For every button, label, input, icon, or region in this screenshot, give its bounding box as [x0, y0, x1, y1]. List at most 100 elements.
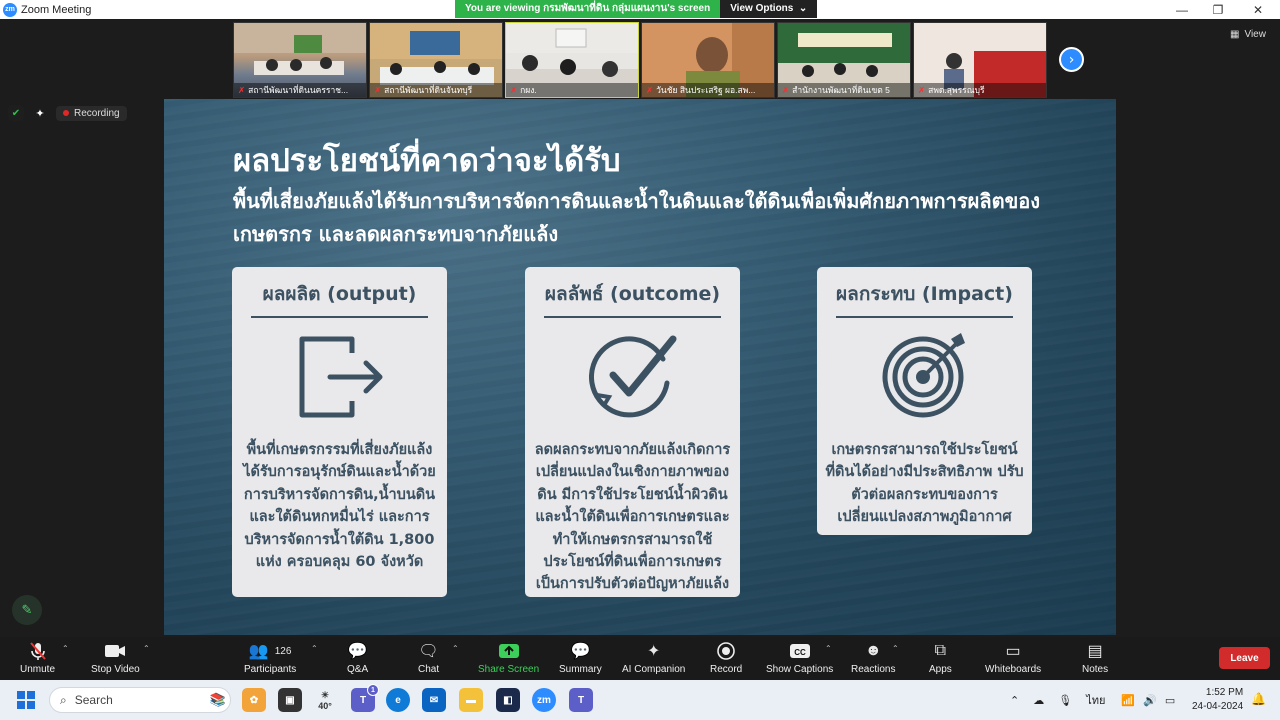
notification-bell-icon[interactable]: 🔔	[1251, 692, 1266, 706]
participant-name: วันชัย สินประเสริฐ ผอ.สพ...	[656, 85, 756, 95]
participant-name: สพด.สุพรรณบุรี	[928, 85, 985, 95]
participant-tile[interactable]: ✗ สถานีพัฒนาที่ดินจันทบุรี	[369, 22, 503, 98]
reactions-button[interactable]: ☻ Reactions	[851, 640, 895, 675]
clock-time: 1:52 PM	[1205, 687, 1244, 698]
qa-button[interactable]: 💬 Q&A	[347, 640, 368, 675]
participants-caret-icon[interactable]: ⌃	[311, 644, 318, 653]
participant-tile[interactable]: ✗ สพด.สุพรรณบุรี	[913, 22, 1047, 98]
wifi-icon[interactable]: 📶	[1121, 694, 1135, 707]
close-icon[interactable]: ✕	[1240, 0, 1276, 19]
whiteboard-icon: ▭	[1005, 643, 1021, 660]
card-body: เกษตรกรสามารถใช้ประโยชน์ที่ดินได้อย่างมี…	[825, 442, 1024, 526]
participant-tile[interactable]: ✗ สำนักงานพัฒนาที่ดินเขต 5	[777, 22, 911, 98]
grid-view-icon: ▦	[1230, 29, 1240, 40]
card-title: ผลลัพธ์ (outcome)	[544, 279, 721, 318]
zoom-logo-icon: zm	[3, 2, 17, 17]
meeting-status-strip: ✔ ✦ Recording	[8, 105, 127, 121]
share-screen-button[interactable]: Share Screen	[478, 640, 539, 675]
volume-icon[interactable]: 🔊	[1143, 694, 1157, 707]
svg-text:CC: CC	[794, 648, 806, 657]
chat-caret-icon[interactable]: ⌃	[452, 644, 459, 653]
participants-count: 126	[274, 645, 292, 657]
meeting-toolbar: Unmute ⌃ Stop Video ⌃ 👥 126 Participants …	[0, 637, 1280, 680]
card-title: ผลกระทบ (Impact)	[836, 279, 1013, 318]
windows-start-icon[interactable]	[17, 691, 35, 709]
reactions-smiley-icon: ☻	[864, 642, 882, 659]
ai-sparkle-icon[interactable]: ✦	[32, 105, 48, 121]
language-indicator[interactable]: ไทย	[1086, 691, 1105, 709]
participants-icon: 👥	[248, 643, 269, 660]
window-title: Zoom Meeting	[21, 3, 92, 16]
teams-icon[interactable]: T1	[351, 684, 379, 712]
microphone-icon[interactable]: 🎙	[1058, 694, 1072, 707]
file-explorer-icon[interactable]: ▬	[459, 688, 483, 712]
task-view-icon[interactable]: ▣	[278, 688, 302, 712]
participant-name: สถานีพัฒนาที่ดินจันทบุรี	[384, 85, 473, 95]
zoom-app-icon[interactable]: zm	[532, 688, 556, 712]
muted-mic-icon: ✗	[510, 85, 518, 95]
system-tray: ⌃ ☁ 🎙 ไทย 📶 🔊 ▭	[1010, 680, 1175, 720]
participant-tile-active-speaker[interactable]: ✗ กผง.	[505, 22, 639, 98]
card-body: ลดผลกระทบจากภัยแล้งเกิดการเปลี่ยนแปลงในเ…	[534, 442, 731, 593]
battery-icon[interactable]: ▭	[1165, 694, 1175, 707]
mic-muted-icon	[29, 640, 47, 662]
muted-mic-icon: ✗	[374, 85, 382, 95]
participants-button[interactable]: 👥 126 Participants	[244, 640, 296, 675]
books-widget-icon: 📚	[209, 692, 226, 707]
mail-icon[interactable]: ✉	[422, 688, 446, 712]
reactions-caret-icon[interactable]: ⌃	[892, 644, 899, 653]
record-button[interactable]: Record	[710, 640, 742, 675]
record-dot-icon	[63, 110, 69, 116]
weather-widget[interactable]: ☀ 40°	[313, 688, 337, 712]
impact-card: ผลกระทบ (Impact) เกษตรกรสามารถใช้ประโยชน…	[817, 267, 1032, 535]
card-title: ผลผลิต (output)	[251, 279, 428, 318]
share-banner-message: You are viewing กรมพัฒนาที่ดิน กลุ่มแผนง…	[455, 0, 721, 18]
captions-caret-icon[interactable]: ⌃	[825, 644, 832, 653]
participant-name: สำนักงานพัฒนาที่ดินเขต 5	[792, 85, 890, 95]
apps-button[interactable]: ⧉ Apps	[929, 640, 952, 675]
muted-mic-icon: ✗	[782, 85, 790, 95]
check-circle-icon	[588, 335, 676, 418]
show-captions-button[interactable]: CC Show Captions	[766, 640, 833, 675]
shield-icon[interactable]: ✔	[8, 105, 24, 121]
notes-icon: ▤	[1087, 643, 1103, 660]
stop-video-button[interactable]: Stop Video	[91, 640, 140, 675]
taskbar-search-input[interactable]: ⌕ Search 📚	[49, 687, 231, 713]
summary-button[interactable]: 💬 Summary	[559, 640, 602, 675]
unmute-button[interactable]: Unmute	[20, 640, 55, 675]
participant-tile[interactable]: ✗ สถานีพัฒนาที่ดินนครราช...	[233, 22, 367, 98]
summary-icon: 💬	[570, 643, 591, 660]
chat-button[interactable]: 🗨 Chat	[418, 640, 439, 675]
video-options-caret-icon[interactable]: ⌃	[143, 644, 150, 653]
audio-options-caret-icon[interactable]: ⌃	[62, 644, 69, 653]
recording-indicator[interactable]: Recording	[56, 105, 127, 121]
muted-mic-icon: ✗	[646, 85, 654, 95]
qa-icon: 💬	[347, 643, 368, 660]
ai-companion-button[interactable]: ✦ AI Companion	[622, 640, 685, 675]
minimize-icon[interactable]: —	[1164, 0, 1200, 19]
edge-browser-icon[interactable]: e	[386, 688, 410, 712]
muted-mic-icon: ✗	[238, 85, 246, 95]
weather-sun-icon: ☀	[320, 689, 330, 700]
chevron-up-icon[interactable]: ⌃	[1010, 694, 1019, 707]
cloud-icon[interactable]: ☁	[1033, 694, 1044, 707]
app-icon[interactable]: ◧	[496, 688, 520, 712]
outcome-card: ผลลัพธ์ (outcome) ลดผลกระทบจากภัยแล้งเกิ…	[525, 267, 740, 597]
chevron-right-icon: ›	[1068, 51, 1075, 68]
restore-icon[interactable]: ❐	[1200, 0, 1236, 19]
annotate-pen-icon[interactable]: ✎	[12, 595, 42, 625]
copilot-icon[interactable]: ✿	[242, 688, 266, 712]
next-page-button[interactable]: ›	[1059, 47, 1084, 72]
participant-name: กผง.	[520, 85, 537, 95]
view-button[interactable]: ▦ View	[1230, 29, 1266, 40]
whiteboards-button[interactable]: ▭ Whiteboards	[985, 640, 1041, 675]
share-banner: You are viewing กรมพัฒนาที่ดิน กลุ่มแผนง…	[455, 0, 818, 18]
notes-button[interactable]: ▤ Notes	[1082, 640, 1108, 675]
apps-icon: ⧉	[934, 642, 947, 659]
view-options-button[interactable]: View Options ⌄	[720, 0, 818, 18]
teams-app-icon[interactable]: T	[569, 688, 593, 712]
video-camera-icon	[104, 640, 126, 662]
taskbar-clock[interactable]: 1:52 PM 24-04-2024	[1192, 686, 1243, 714]
participant-tile[interactable]: ✗ วันชัย สินประเสริฐ ผอ.สพ...	[641, 22, 775, 98]
leave-button[interactable]: Leave	[1219, 647, 1270, 669]
